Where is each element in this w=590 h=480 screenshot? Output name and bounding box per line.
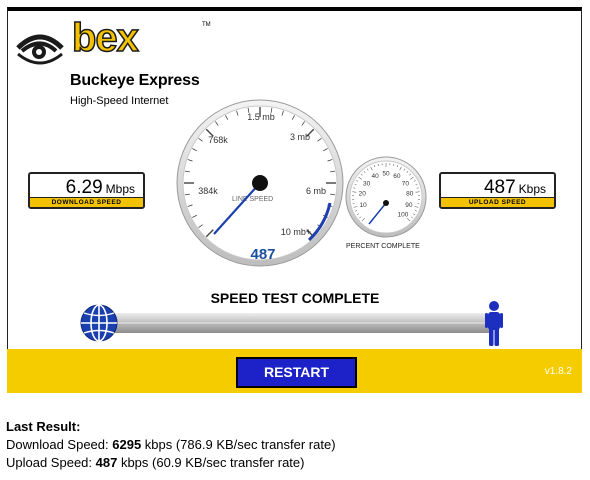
percent-complete-label: PERCENT COMPLETE: [346, 243, 420, 250]
upload-suffix: kbps (60.9 KB/sec transfer rate): [117, 455, 305, 470]
percent-tick-label: 100: [398, 211, 409, 218]
line-speed-tick-label: 1.5 mb: [247, 112, 275, 122]
percent-tick-label: 30: [363, 180, 371, 187]
line-speed-tick-label: 768k: [208, 135, 228, 145]
line-speed-tick-label: 3 mb: [290, 132, 310, 142]
upload-prefix: Upload Speed:: [6, 455, 96, 470]
percent-tick-label: 80: [406, 191, 414, 198]
download-result-value: 6295: [112, 437, 142, 452]
percent-tick-label: 20: [359, 191, 367, 198]
progress-track: [100, 313, 490, 333]
percent-tick-label: 70: [402, 180, 410, 187]
percent-tick-label: 90: [405, 202, 413, 209]
person-icon: [485, 301, 503, 346]
globe-icon: [80, 304, 118, 342]
gauges: 384k768k1.5 mb3 mb6 mb10 mb+ LINE SPEED …: [80, 99, 503, 346]
percent-complete-gauge: 10 20 3040 50 6070 80 90 100 PERCENT COMPLETE: [345, 156, 427, 250]
restart-button[interactable]: RESTART: [236, 357, 357, 388]
line-speed-tick-label: 384k: [198, 186, 218, 196]
percent-tick-label: 60: [393, 173, 401, 180]
last-result-download: Download Speed: 6295 kbps (786.9 KB/sec …: [6, 436, 336, 454]
upload-result-value: 487: [95, 455, 118, 470]
percent-tick-label: 50: [382, 171, 390, 178]
line-speed-tick-label: 6 mb: [306, 186, 326, 196]
line-speed-gauge: 384k 768k 1.5 mb 3 mb 6 mb 10 mb+ LINE SPEED: [176, 99, 344, 267]
last-result: Last Result: Download Speed: 6295 kbps (…: [6, 418, 336, 472]
version-label: v1.8.2: [544, 366, 572, 377]
line-speed-label: LINE SPEED: [232, 196, 273, 203]
line-speed-tick-label: 10 mb+: [281, 227, 311, 237]
status-title: SPEED TEST COMPLETE: [210, 290, 380, 306]
download-prefix: Download Speed:: [6, 437, 113, 452]
last-result-upload: Upload Speed: 487 kbps (60.9 KB/sec tran…: [6, 454, 336, 472]
last-result-heading: Last Result:: [6, 419, 81, 434]
line-speed-hub: [252, 175, 268, 191]
percent-tick-label: 40: [371, 173, 379, 180]
download-suffix: kbps (786.9 KB/sec transfer rate): [141, 437, 336, 452]
percent-hub: [383, 200, 389, 206]
percent-tick-label: 10: [360, 202, 368, 209]
line-speed-value: 487: [250, 246, 276, 263]
